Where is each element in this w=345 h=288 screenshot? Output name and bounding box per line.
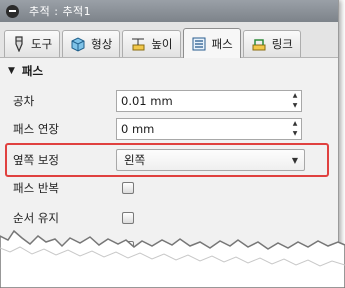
stepper-up-icon[interactable]: ▲ [290,92,300,100]
stepper-down-icon[interactable]: ▼ [290,102,300,110]
row-sideways-compensation: 옆쪽 보정 왼쪽 ▼ [0,147,338,173]
dialog-title: 추적 : 추적1 [29,5,92,18]
tab-label: 링크 [271,37,293,51]
pass-extension-label: 패스 연장 [13,122,59,136]
tool-icon [12,36,26,52]
geometry-icon [70,36,86,52]
tolerance-input[interactable]: 0.01 mm ▲ ▼ [116,90,302,112]
linking-icon [251,36,267,52]
section-header-passes[interactable]: ▼ 패스 [0,58,338,84]
pass-extension-input[interactable]: 0 mm ▲ ▼ [116,118,302,140]
pass-extension-stepper[interactable]: ▲ ▼ [290,120,300,138]
tolerance-value[interactable]: 0.01 mm [117,94,173,108]
tab-geometry[interactable]: 형상 [62,30,121,57]
row-reverse-passes: 패스 반복 [0,175,338,201]
row-tolerance: 공차 0.01 mm ▲ ▼ [0,88,338,114]
tab-passes[interactable]: 패스 [182,28,241,58]
collapse-caret-icon[interactable]: ▼ [8,66,15,76]
height-icon [130,36,146,52]
tab-tool[interactable]: 도구 [4,30,61,57]
tab-label: 높이 [151,37,173,51]
row-pass-extension: 패스 연장 0 mm ▲ ▼ [0,116,338,142]
tolerance-label: 공차 [13,94,35,108]
cam-dialog: 추적 : 추적1 도구 형상 높이 패스 링크 ▼ 패스 공차 0.01 mm … [0,0,339,288]
partial-checkbox[interactable] [122,241,134,253]
maintain-order-label: 순서 유지 [13,211,59,225]
tab-linking[interactable]: 링크 [242,30,301,57]
row-maintain-order: 순서 유지 [0,205,338,231]
stepper-up-icon[interactable]: ▲ [290,120,300,128]
collapse-icon[interactable] [6,4,19,18]
passes-icon [191,36,207,52]
sideways-compensation-label: 옆쪽 보정 [13,153,59,167]
dialog-titlebar[interactable]: 추적 : 추적1 [0,0,338,22]
reverse-passes-label: 패스 반복 [13,181,59,195]
tab-label: 형상 [91,37,113,51]
tab-label: 도구 [31,37,53,51]
tab-label: 패스 [211,36,233,51]
sideways-compensation-value[interactable]: 왼쪽 [117,152,145,168]
tab-heights[interactable]: 높이 [122,30,181,57]
section-title: 패스 [21,64,44,78]
tab-strip: 도구 형상 높이 패스 링크 [0,22,338,58]
maintain-order-checkbox[interactable] [122,212,134,224]
dropdown-arrow-icon[interactable]: ▼ [292,156,298,165]
pass-extension-value[interactable]: 0 mm [117,122,154,136]
reverse-passes-checkbox[interactable] [122,182,134,194]
sideways-compensation-select[interactable]: 왼쪽 ▼ [116,149,305,171]
stepper-down-icon[interactable]: ▼ [290,130,300,138]
tolerance-stepper[interactable]: ▲ ▼ [290,92,300,110]
